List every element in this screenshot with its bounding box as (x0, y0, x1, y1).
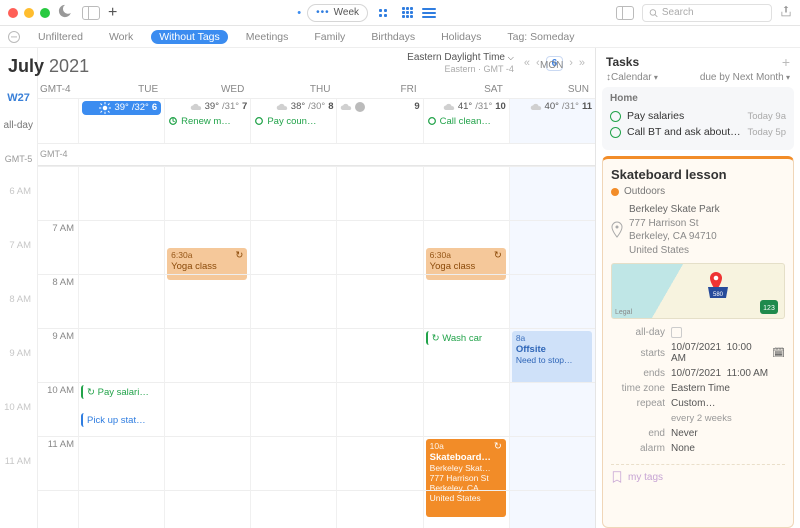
allday-cell[interactable]: 38°/30°8 Pay coun… (250, 99, 336, 143)
filter-birthdays[interactable]: Birthdays (363, 30, 423, 44)
repeat-icon: ↻ (235, 250, 243, 261)
today-dot-icon: • (297, 7, 301, 19)
filter-without-tags[interactable]: Without Tags (151, 30, 228, 44)
allday-cell[interactable]: 39°/31°7 Renew m… (164, 99, 250, 143)
tasks-heading: Tasks (606, 55, 639, 69)
svg-text:580: 580 (713, 292, 724, 298)
view-grid-3x3-button[interactable] (398, 4, 416, 22)
filter-tag-someday[interactable]: Tag: Someday (499, 30, 582, 44)
filter-holidays[interactable]: Holidays (433, 30, 489, 44)
dark-mode-icon[interactable] (58, 4, 74, 21)
map-preview[interactable]: Legal 123 580 (611, 263, 785, 319)
inspector-panel: Tasks + Calendar due by Next Month Home … (595, 48, 800, 528)
route-shield-icon: 123 (760, 300, 778, 314)
window-controls (8, 8, 50, 18)
repeat-end-value[interactable]: Never (671, 428, 785, 439)
allday-cell[interactable]: 40°/31°11 (509, 99, 595, 143)
task-row[interactable]: Pay salaries Today 9a (610, 108, 786, 124)
detail-title[interactable]: Skateboard lesson (611, 167, 785, 182)
due-filter-picker[interactable]: due by Next Month (700, 72, 790, 83)
interstate-shield-icon: 580 (707, 286, 729, 300)
event-pay-salaries[interactable]: ↻ Pay salari… (81, 385, 161, 399)
sidebar-toggle-button[interactable] (82, 6, 100, 20)
moon-phase-icon (355, 102, 365, 112)
filter-bar: Unfiltered Work Without Tags Meetings Fa… (0, 26, 800, 48)
alarm-value[interactable]: None (671, 443, 785, 454)
zoom-window-button[interactable] (40, 8, 50, 18)
timezone-picker[interactable]: Eastern Daylight Time ⌵ Eastern · GMT -4 (407, 52, 514, 75)
share-icon[interactable] (780, 5, 792, 20)
search-icon (649, 8, 658, 18)
left-gutter: July 2021 W27 all-day GMT-5 6 AM7 AM8 AM… (0, 48, 38, 528)
svg-text:123: 123 (763, 305, 775, 312)
view-label: Week (334, 7, 359, 18)
filter-family[interactable]: Family (306, 30, 353, 44)
gmt-left-label: GMT-5 (0, 154, 37, 164)
week-number: W27 (0, 92, 37, 104)
view-list-button[interactable] (422, 6, 436, 20)
task-checkbox[interactable] (610, 127, 621, 138)
allday-cell[interactable]: 9 (336, 99, 422, 143)
event-pickup[interactable]: Pick up stat… (81, 413, 161, 427)
allday-cell[interactable]: 41°/31°10 Call clean… (423, 99, 509, 143)
pin-icon (611, 203, 623, 257)
task-list-well: Home Pay salaries Today 9a Call BT and a… (602, 87, 794, 150)
next-week-button[interactable]: » (579, 57, 585, 69)
new-event-button[interactable]: + (108, 4, 117, 22)
search-input[interactable] (662, 7, 765, 18)
filter-meetings[interactable]: Meetings (238, 30, 297, 44)
day-header[interactable]: FRI (336, 84, 422, 98)
day-header[interactable]: THU (250, 84, 336, 98)
filter-work[interactable]: Work (101, 30, 141, 44)
minimize-window-button[interactable] (24, 8, 34, 18)
clear-filter-icon[interactable] (8, 31, 20, 43)
prev-week-button[interactable]: « (524, 57, 530, 69)
task-list-heading: Home (610, 93, 786, 104)
repeat-value[interactable]: Custom… (671, 398, 785, 409)
tags-field[interactable]: my tags (611, 464, 785, 483)
sort-picker[interactable]: Calendar (606, 72, 658, 83)
calendar-icon[interactable]: 🗓 (772, 348, 785, 359)
window-titlebar: + • ••• Week (0, 0, 800, 26)
bookmark-icon (611, 471, 623, 483)
close-window-button[interactable] (8, 8, 18, 18)
add-task-button[interactable]: + (782, 54, 790, 70)
day-header[interactable]: TUE (78, 84, 164, 98)
allday-row: 39°/32° 6 39°/31°7 Renew m… 38°/30°8 Pay… (38, 99, 595, 144)
view-grid-2x2-button[interactable] (374, 4, 392, 22)
inspector-toggle-button[interactable] (616, 6, 634, 20)
event-wash-car[interactable]: ↻ Wash car (426, 331, 506, 345)
hour-labels-left: 6 AM7 AM8 AM 9 AM10 AM11 AM (0, 186, 33, 510)
calendar-main: Eastern Daylight Time ⌵ Eastern · GMT -4… (38, 48, 595, 528)
filter-unfiltered[interactable]: Unfiltered (30, 30, 91, 44)
timezone-value[interactable]: Eastern Time (671, 383, 785, 394)
day-header-mon[interactable]: MON (540, 60, 563, 71)
day-header[interactable]: SAT (423, 84, 509, 98)
weather-chip: 39°/32° 6 (82, 101, 161, 115)
day-header-row: GMT-4 TUE WED THU FRI SAT SUN (38, 75, 595, 99)
task-row[interactable]: Call BT and ask about… Today 5p (610, 124, 786, 140)
view-picker[interactable]: ••• Week (307, 4, 368, 22)
dots-icon: ••• (316, 7, 330, 18)
task-checkbox[interactable] (610, 111, 621, 122)
allday-task[interactable]: Pay coun… (254, 116, 333, 127)
event-detail-card: Skateboard lesson Outdoors Berkeley Skat… (602, 156, 794, 528)
allday-label: all-day (0, 120, 37, 131)
allday-task[interactable]: Renew m… (168, 116, 247, 127)
location-block[interactable]: Berkeley Skate Park777 Harrison St Berke… (611, 203, 785, 257)
week-grid[interactable]: 7 AM 6:30a ↻ Yoga class 6:30a ↻ Yoga cla… (38, 166, 595, 528)
allday-cell[interactable]: 39°/32° 6 (78, 99, 164, 143)
next-day-button[interactable]: › (569, 57, 573, 69)
day-header[interactable]: WED (164, 84, 250, 98)
calendar-tag[interactable]: Outdoors (611, 186, 785, 197)
allday-task[interactable]: Call clean… (427, 116, 506, 127)
search-field[interactable] (642, 4, 772, 22)
allday-checkbox[interactable] (671, 327, 682, 338)
day-header[interactable]: SUN (509, 84, 595, 98)
